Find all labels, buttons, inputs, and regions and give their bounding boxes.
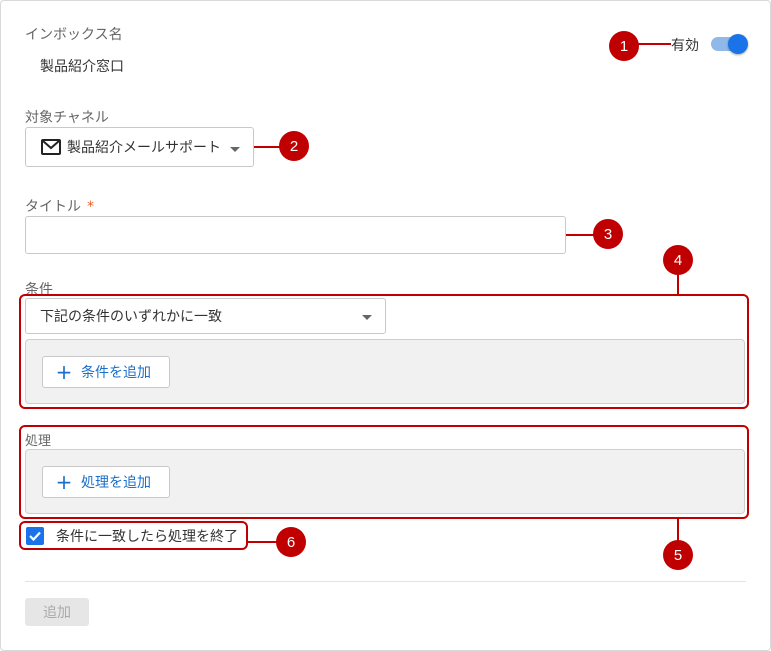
chevron-down-icon: [230, 147, 240, 152]
plus-icon: +: [55, 470, 73, 494]
channel-select[interactable]: 製品紹介メールサポート: [25, 127, 254, 167]
callout-3-line: [566, 234, 596, 236]
callout-4-marker: 4: [663, 245, 693, 275]
callout-5-marker: 5: [663, 540, 693, 570]
add-action-button[interactable]: + 処理を追加: [42, 466, 170, 498]
actions-label: 処理: [25, 434, 52, 449]
inbox-name-label: インボックス名: [25, 27, 123, 43]
callout-1-line: [636, 43, 671, 45]
title-input[interactable]: [25, 216, 566, 254]
title-label: タイトル *: [25, 199, 94, 215]
callout-3-marker: 3: [593, 219, 623, 249]
callout-6-marker: 6: [276, 527, 306, 557]
condition-match-select[interactable]: 下記の条件のいずれかに一致: [25, 298, 386, 334]
add-condition-label: 条件を追加: [81, 365, 151, 381]
channel-label: 対象チャネル: [25, 110, 109, 126]
add-condition-button[interactable]: + 条件を追加: [42, 356, 170, 388]
stop-processing-checkbox[interactable]: [26, 527, 44, 545]
form-divider: [25, 581, 746, 582]
inbox-name-value: 製品紹介窓口: [40, 59, 124, 75]
plus-icon: +: [55, 360, 73, 384]
enabled-label: 有効: [671, 38, 699, 54]
condition-match-value: 下記の条件のいずれかに一致: [40, 309, 222, 325]
checkmark-icon: [29, 531, 41, 542]
enabled-toggle-knob[interactable]: [728, 34, 748, 54]
callout-6-line: [248, 541, 278, 543]
channel-selected-value: 製品紹介メールサポート: [67, 140, 221, 156]
add-action-label: 処理を追加: [81, 475, 151, 491]
callout-4-line: [677, 273, 679, 294]
mail-icon: [41, 139, 61, 155]
required-mark: *: [87, 199, 94, 215]
callout-5-line: [677, 519, 679, 541]
callout-2-marker: 2: [279, 131, 309, 161]
callout-1-marker: 1: [609, 31, 639, 61]
stop-processing-label[interactable]: 条件に一致したら処理を終了: [56, 526, 238, 546]
add-rule-button[interactable]: 追加: [25, 598, 89, 626]
chevron-down-icon: [362, 315, 372, 320]
